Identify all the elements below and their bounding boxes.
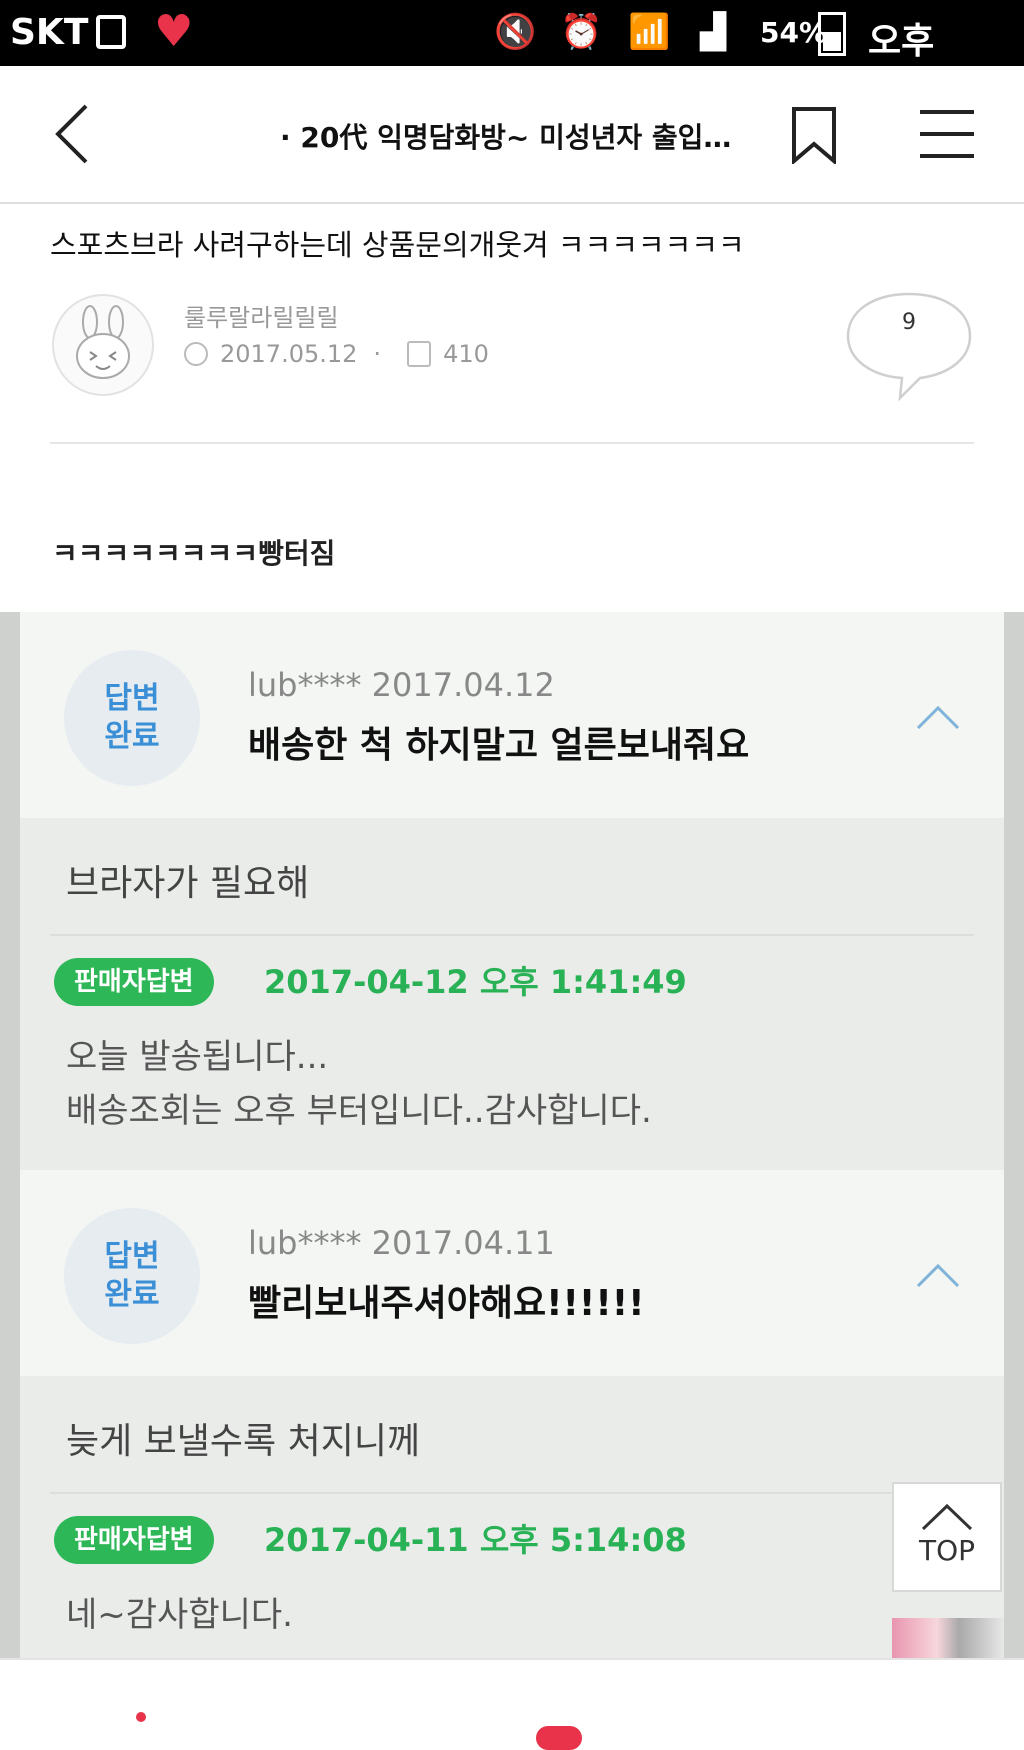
view-count-icon [407,341,432,367]
reply-line: 오늘 발송됩니다... [66,1037,329,1077]
clock-icon [184,342,208,366]
question-item[interactable]: 답변 완료 lub**** 2017.04.12 배송한 척 하지말고 얼른보내… [20,612,1004,818]
screenshot-edge-right [1004,612,1024,1658]
separator-dot: · [373,340,382,368]
chevron-up-icon[interactable] [916,1262,960,1290]
bottom-nav [0,1658,1024,1750]
question-item[interactable]: 답변 완료 lub**** 2017.04.11 빨리보내주셔야해요!!!!!! [20,1170,1004,1376]
seller-reply-badge: 판매자답변 [54,1516,214,1564]
seller-reply-text: 오늘 발송됩니다... 배송조회는 오후 부터입니다..감사합니다. [66,1030,652,1138]
reply-line: 배송조회는 오후 부터입니다..감사합니다. [66,1091,652,1131]
badge-line-1: 답변 [104,1239,160,1274]
badge-line-1: 답변 [104,681,160,716]
speech-bubble-icon [846,292,972,402]
comment-count-button[interactable]: 9 [844,290,974,404]
author-name[interactable]: 룰루랄라릴릴릴 [184,298,339,333]
comment-count: 9 [902,310,916,335]
question-meta: lub**** 2017.04.12 [248,666,555,704]
notification-icon [96,15,126,49]
wifi-icon: 📶 [628,12,671,52]
alarm-icon: ⏰ [560,12,603,52]
question-text: 빨리보내주셔야해요!!!!!! [248,1283,645,1324]
chevron-up-icon [921,1503,973,1531]
comment-badge [536,1726,582,1750]
carrier-label: SKT [10,12,89,53]
mute-icon: 🔇 [494,12,537,52]
question-meta: lub**** 2017.04.11 [248,1224,555,1262]
battery-percent: 54% [760,16,828,49]
divider [50,1492,974,1494]
screenshot-edge-left [0,612,20,1658]
top-label: TOP [918,1534,976,1567]
bookmark-icon[interactable] [790,106,838,164]
status-bar: SKT ♥ 🔇 ⏰ 📶 ▟ 54% 오후 2:56 [0,0,1024,105]
thumbnail-image[interactable] [892,1618,1004,1658]
cafe-title[interactable]: · 20代 익명담화방~ 미성년자 출입금지... [280,116,750,156]
menu-icon[interactable] [920,110,974,158]
answered-badge: 답변 완료 [64,1208,200,1344]
bunny-avatar-icon [76,305,130,379]
signal-icon: ▟ [700,12,727,52]
answered-badge: 답변 완료 [64,650,200,786]
view-count: 410 [443,340,489,368]
seller-reply-date: 2017-04-12 오후 1:41:49 [264,963,687,1001]
divider [50,442,974,444]
answer-block: 브라자가 필요해 판매자답변 2017-04-12 오후 1:41:49 오늘 … [20,818,1004,1170]
embedded-qna-screenshot: 답변 완료 lub**** 2017.04.12 배송한 척 하지말고 얼른보내… [0,612,1024,1658]
divider [50,934,974,936]
post-date: 2017.05.12 [220,340,358,368]
back-arrow-icon[interactable] [50,102,100,166]
question-detail: 늦게 보낼수록 처지니께 [66,1421,421,1462]
answer-block: 늦게 보낼수록 처지니께 판매자답변 2017-04-11 오후 5:14:08… [20,1376,1004,1658]
badge-line-2: 완료 [104,1277,160,1312]
seller-reply-badge: 판매자답변 [54,958,214,1006]
seller-reply-text: 네~감사합니다. [66,1588,293,1642]
post-meta: 2017.05.12 · 410 [184,340,489,368]
chevron-up-icon[interactable] [916,704,960,732]
question-text: 배송한 척 하지말고 얼른보내줘요 [248,725,750,766]
scroll-top-button[interactable]: TOP [892,1482,1002,1592]
reply-line: 네~감사합니다. [66,1595,293,1635]
badge-line-2: 완료 [104,719,160,754]
app-bar: · 20代 익명담화방~ 미성년자 출입금지... [0,66,1024,204]
notification-dot [136,1712,146,1722]
avatar[interactable] [52,294,154,396]
post-body: ㅋㅋㅋㅋㅋㅋㅋㅋ빵터짐 [52,537,336,570]
battery-icon [818,12,846,56]
question-detail: 브라자가 필요해 [66,863,310,904]
seller-reply-date: 2017-04-11 오후 5:14:08 [264,1521,687,1559]
heart-icon: ♥ [154,6,194,57]
post-title: 스포츠브라 사려구하는데 상품문의개웃겨 ㅋㅋㅋㅋㅋㅋㅋ [50,228,745,262]
